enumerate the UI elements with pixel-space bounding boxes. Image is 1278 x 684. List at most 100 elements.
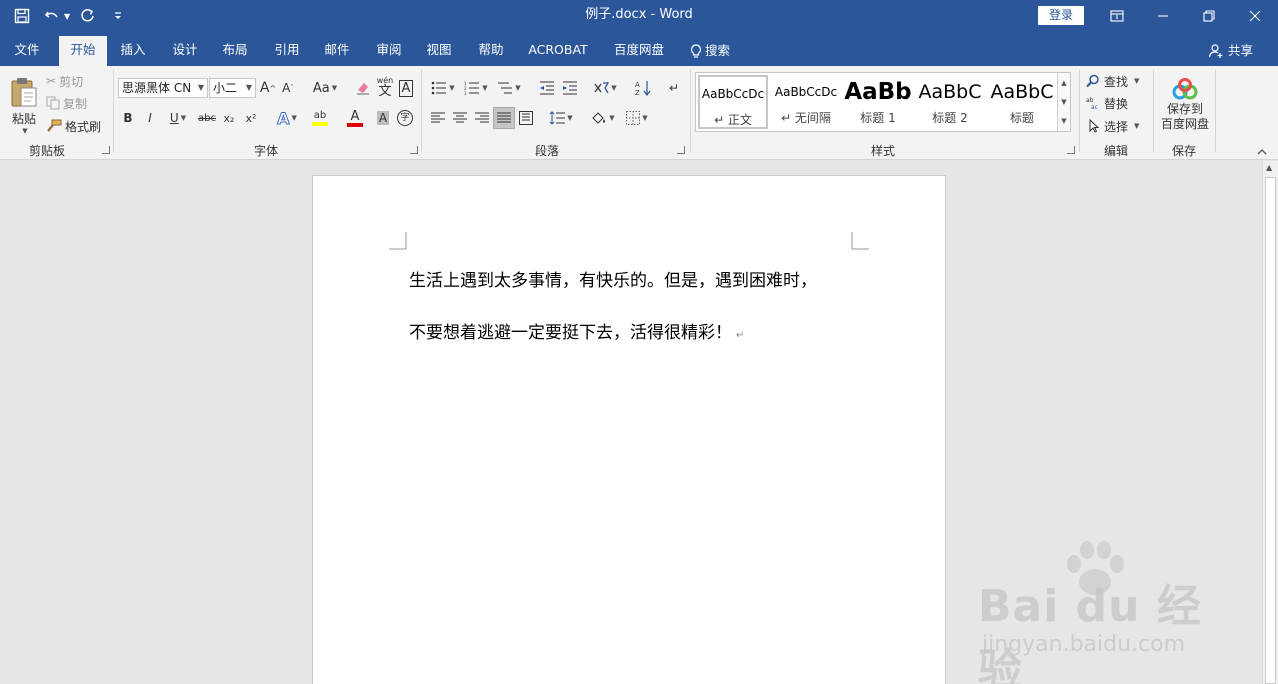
bold-button[interactable]: B — [119, 108, 137, 128]
restore-icon[interactable] — [1186, 0, 1232, 32]
document-page[interactable]: 生活上遇到太多事情，有快乐的。但是，遇到困难时， 不要想着逃避一定要挺下去，活得… — [312, 175, 946, 684]
undo-icon[interactable] — [40, 4, 64, 28]
borders-button[interactable]: ▼ — [622, 108, 652, 128]
replace-icon: abac — [1086, 97, 1098, 110]
find-button[interactable]: 查找 ▼ — [1086, 71, 1146, 91]
group-divider — [690, 70, 691, 152]
undo-dropdown-icon[interactable]: ▼ — [64, 12, 70, 21]
tab-design[interactable]: 设计 — [164, 36, 206, 66]
save-icon[interactable] — [10, 4, 34, 28]
tab-home[interactable]: 开始 — [59, 36, 107, 66]
style-name: ↵ 正文 — [714, 113, 752, 127]
numbering-button[interactable]: 1 2 3 ▼ — [461, 78, 491, 98]
style-no-spacing[interactable]: AaBbCcDc ↵ 无间隔 — [771, 75, 841, 129]
clear-formatting-icon[interactable] — [354, 78, 372, 98]
style-title[interactable]: AaBbC 标题 — [987, 75, 1057, 129]
align-left-icon[interactable] — [428, 108, 448, 128]
chinese-layout-button[interactable]: ▼ — [590, 78, 620, 98]
redo-icon[interactable] — [76, 4, 100, 28]
font-name-combo[interactable]: 思源黑体 CN ▼ — [118, 78, 208, 98]
decrease-indent-icon[interactable] — [537, 78, 557, 98]
login-button[interactable]: 登录 — [1038, 6, 1084, 25]
ribbon-display-options-icon[interactable] — [1094, 0, 1140, 32]
paste-button[interactable]: 粘贴 ▼ — [8, 72, 40, 138]
highlight-button[interactable]: ab — [305, 108, 335, 128]
styles-launcher-icon[interactable] — [1067, 146, 1075, 154]
paint-bucket-icon — [592, 112, 606, 124]
cut-button[interactable]: ✂ 剪切 — [46, 71, 94, 91]
tab-help[interactable]: 帮助 — [470, 36, 512, 66]
style-preview: AaBbC — [918, 81, 982, 103]
text-effects-button[interactable]: A ▼ — [272, 108, 302, 128]
subscript-button[interactable]: x₂ — [220, 108, 238, 128]
gallery-scroll-down-icon[interactable]: ▼ — [1057, 92, 1070, 111]
increase-indent-icon[interactable] — [560, 78, 580, 98]
share-button[interactable]: 共享 — [1208, 36, 1253, 66]
format-painter-button[interactable]: 格式刷 — [46, 116, 104, 136]
save-to-baidu-button[interactable]: 保存到 百度网盘 — [1158, 72, 1212, 138]
font-launcher-icon[interactable] — [410, 146, 418, 154]
superscript-button[interactable]: x² — [242, 108, 260, 128]
enclose-characters-button[interactable]: 字 — [395, 108, 415, 128]
minimize-icon[interactable] — [1140, 0, 1186, 32]
underline-button[interactable]: U ▼ — [163, 108, 193, 128]
scroll-up-icon[interactable]: ▲ — [1266, 163, 1272, 172]
replace-button[interactable]: ab ac 替换 — [1086, 93, 1146, 113]
italic-button[interactable]: I — [141, 108, 159, 128]
font-color-button[interactable]: A — [340, 108, 370, 128]
style-heading-1[interactable]: AaBb 标题 1 — [843, 75, 913, 129]
shrink-font-icon[interactable]: Aˇ — [279, 78, 297, 98]
chevron-down-icon: ▼ — [197, 83, 204, 92]
paragraph[interactable]: 不要想着逃避一定要挺下去，活得很精彩！ ↵ — [409, 318, 744, 343]
tab-acrobat[interactable]: ACROBAT — [524, 36, 592, 66]
strikethrough-button[interactable]: abc — [196, 108, 218, 128]
gallery-scroll-up-icon[interactable]: ▲ — [1057, 73, 1070, 92]
shading-button[interactable]: ▼ — [588, 108, 618, 128]
close-icon[interactable] — [1232, 0, 1278, 32]
style-normal[interactable]: AaBbCcDc ↵ 正文 — [698, 75, 768, 129]
justify-icon[interactable] — [493, 107, 515, 129]
tab-view[interactable]: 视图 — [418, 36, 460, 66]
align-right-icon[interactable] — [472, 108, 492, 128]
multilevel-list-button[interactable]: ▼ — [494, 78, 524, 98]
tab-file[interactable]: 文件 — [6, 36, 48, 66]
font-size-combo[interactable]: 小二 ▼ — [209, 78, 256, 98]
collapse-ribbon-icon[interactable] — [1255, 144, 1269, 158]
grow-font-icon[interactable]: A ^ — [259, 78, 277, 98]
tab-references[interactable]: 引用 — [266, 36, 308, 66]
select-button[interactable]: 选择 ▼ — [1086, 116, 1146, 136]
character-shading-button[interactable]: A — [374, 108, 392, 128]
phonetic-guide-button[interactable]: wén 文 — [375, 76, 395, 98]
cut-label: 剪切 — [59, 74, 84, 89]
customize-qat-icon[interactable] — [106, 4, 130, 28]
tab-mailings[interactable]: 邮件 — [316, 36, 358, 66]
distributed-icon[interactable] — [516, 108, 536, 128]
enclose-characters-label: 字 — [397, 110, 413, 126]
change-case-button[interactable]: Aa ▼ — [309, 78, 341, 98]
gallery-more-icon[interactable]: ▼ — [1057, 111, 1070, 131]
style-heading-2[interactable]: AaBbC 标题 2 — [915, 75, 985, 129]
svg-text:ac: ac — [1091, 104, 1098, 110]
paragraph-launcher-icon[interactable] — [677, 146, 685, 154]
sort-icon[interactable]: AZ — [633, 78, 653, 98]
chevron-down-icon: ▼ — [482, 84, 488, 92]
paragraph[interactable]: 生活上遇到太多事情，有快乐的。但是，遇到困难时， — [409, 266, 817, 291]
tab-layout[interactable]: 布局 — [214, 36, 256, 66]
tab-tell-me[interactable]: 搜索 — [684, 36, 736, 66]
scroll-thumb[interactable] — [1265, 177, 1276, 684]
bullets-button[interactable]: ▼ — [428, 78, 458, 98]
chevron-down-icon: ▼ — [1134, 122, 1140, 130]
vertical-scrollbar[interactable]: ▲ — [1262, 161, 1278, 684]
tab-insert[interactable]: 插入 — [112, 36, 154, 66]
save-label-line1: 保存到 — [1166, 102, 1203, 116]
show-formatting-marks-icon[interactable]: ↵ — [664, 78, 684, 98]
group-divider — [1215, 70, 1216, 152]
line-spacing-button[interactable]: ▼ — [545, 108, 577, 128]
clipboard-launcher-icon[interactable] — [102, 146, 110, 154]
character-border-button[interactable]: A — [397, 78, 415, 98]
tab-baidu-netdisk[interactable]: 百度网盘 — [608, 36, 670, 66]
tab-review[interactable]: 审阅 — [368, 36, 410, 66]
align-center-icon[interactable] — [450, 108, 470, 128]
copy-button[interactable]: 复制 — [46, 93, 94, 113]
bullets-icon — [431, 81, 447, 95]
